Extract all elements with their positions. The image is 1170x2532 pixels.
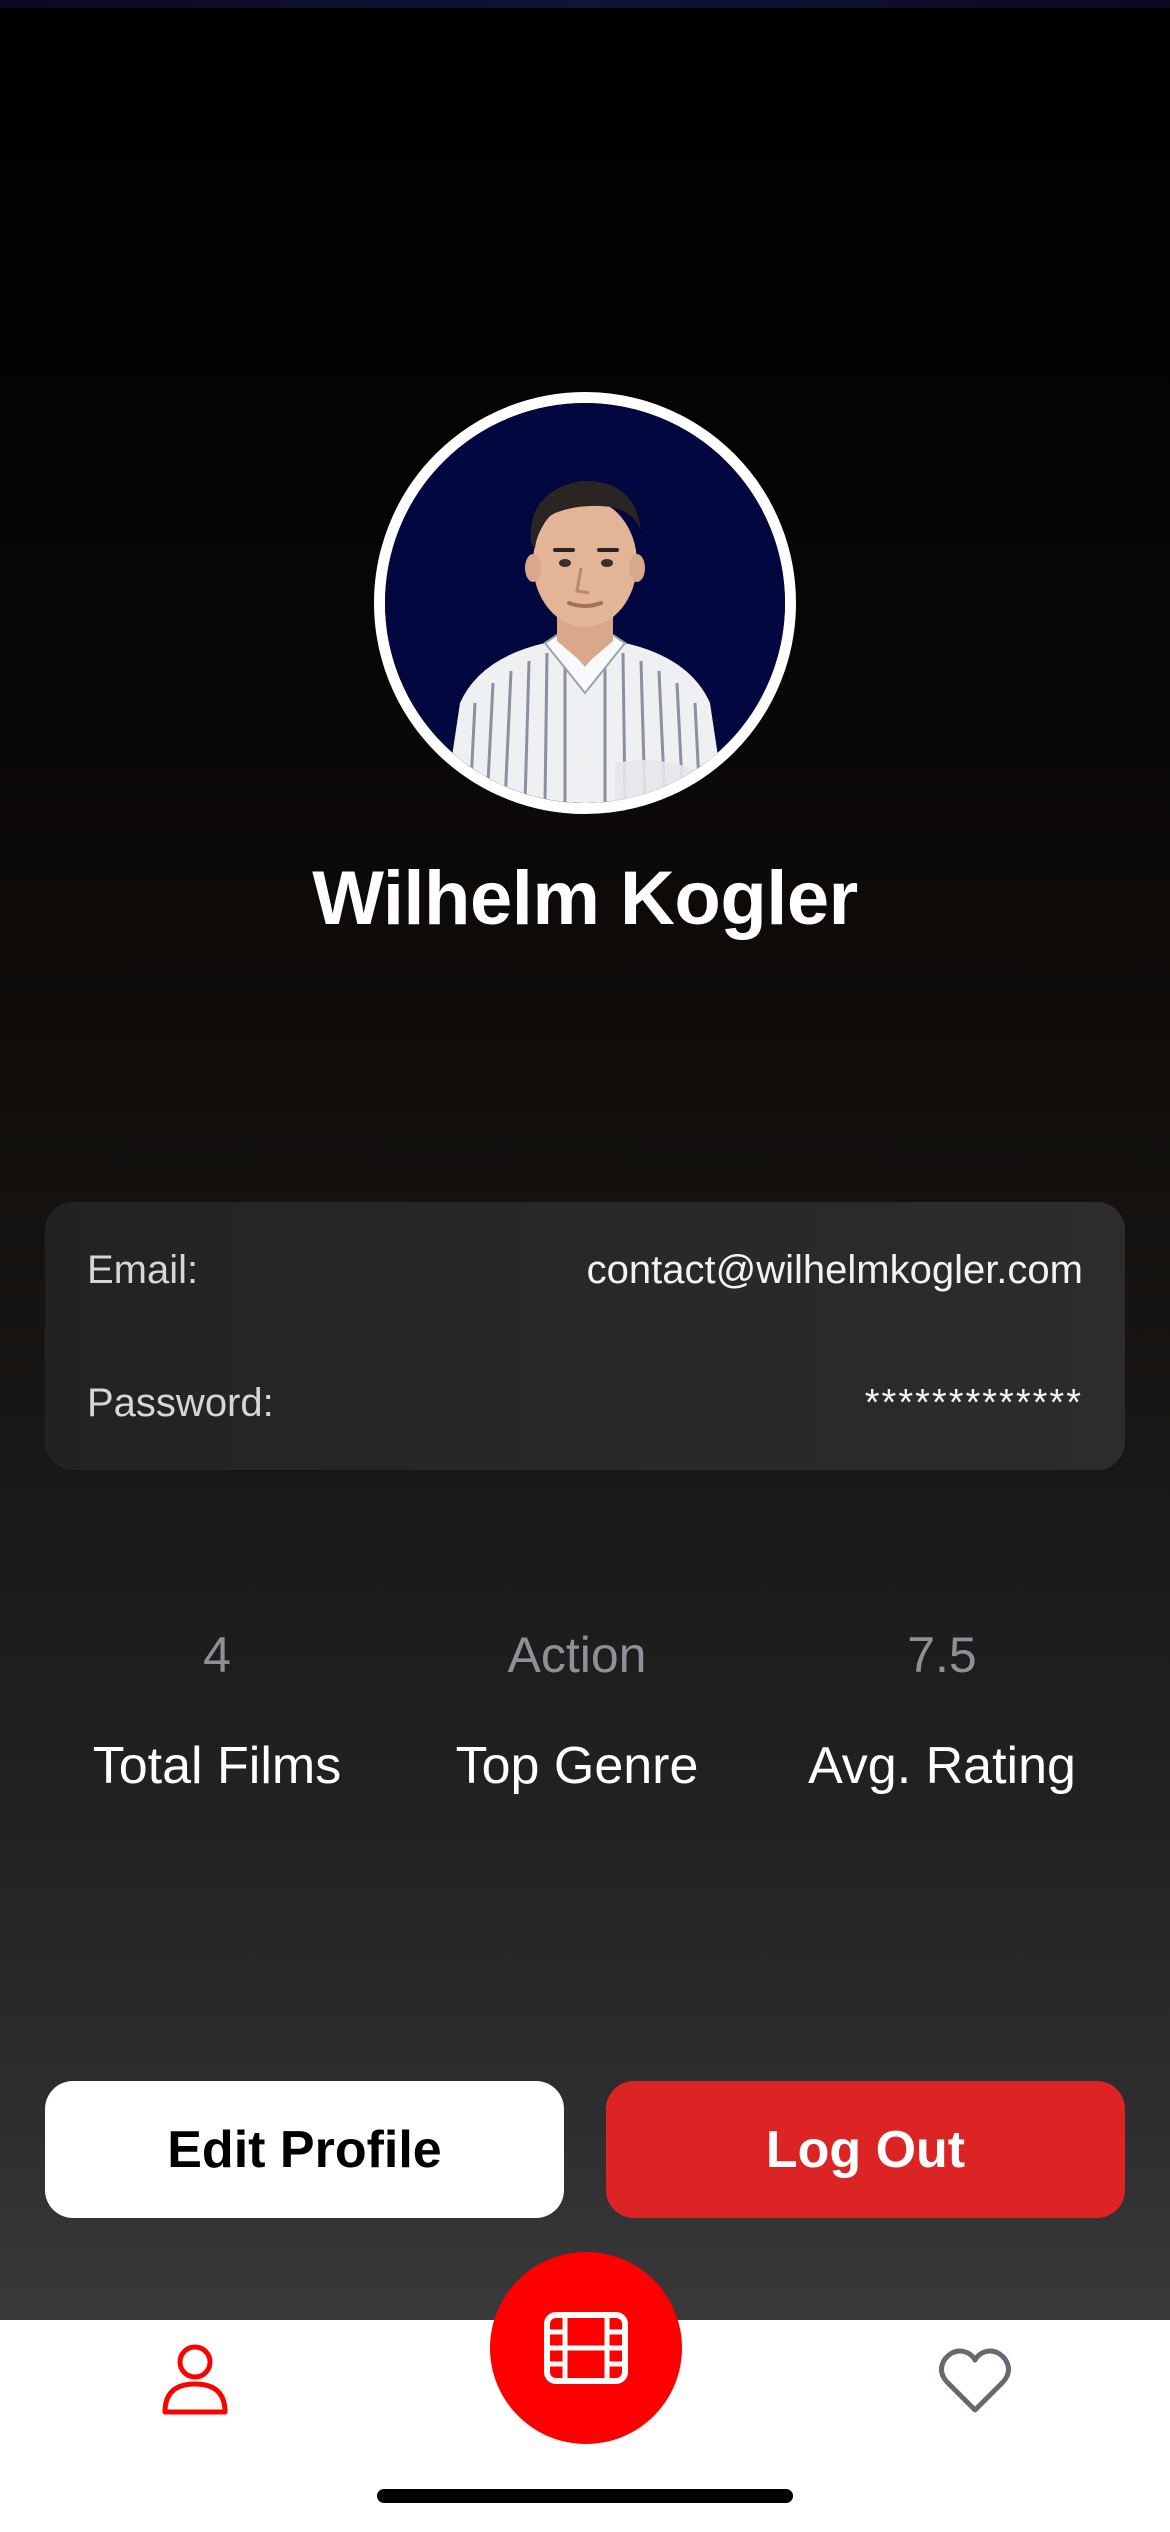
stat-label: Avg. Rating [808,1737,1076,1795]
stat-value: Action [507,1627,647,1683]
stat-value: 4 [203,1627,231,1683]
password-label: Password: [87,1380,274,1425]
stat-avg-rating: 7.5 Avg. Rating [762,1620,1122,1796]
avatar[interactable] [374,392,796,814]
tab-favorites[interactable] [935,2340,1015,2420]
home-indicator [377,2489,793,2503]
edit-profile-button[interactable]: Edit Profile [45,2081,564,2218]
email-label: Email: [87,1247,199,1292]
password-row: Password: ************* [87,1373,1083,1433]
heart-icon [939,2348,1011,2413]
credentials-card: Email: contact@wilhelmkogler.com Passwor… [45,1202,1125,1470]
stat-top-genre: Action Top Genre [397,1620,757,1796]
film-icon [544,2312,628,2384]
email-row: Email: contact@wilhelmkogler.com [87,1240,1083,1300]
user-icon [162,2344,228,2415]
stat-label: Top Genre [455,1737,699,1795]
log-out-button[interactable]: Log Out [606,2081,1125,2218]
films-fab-button[interactable] [490,2252,682,2444]
profile-name: Wilhelm Kogler [312,856,858,941]
tab-profile[interactable] [155,2340,235,2420]
avatar-photo [385,403,785,803]
stat-total-films: 4 Total Films [37,1620,397,1796]
stat-value: 7.5 [907,1627,977,1683]
status-strip [0,0,1170,8]
password-value: ************* [864,1381,1083,1424]
stat-label: Total Films [92,1737,342,1795]
email-value: contact@wilhelmkogler.com [586,1247,1083,1292]
